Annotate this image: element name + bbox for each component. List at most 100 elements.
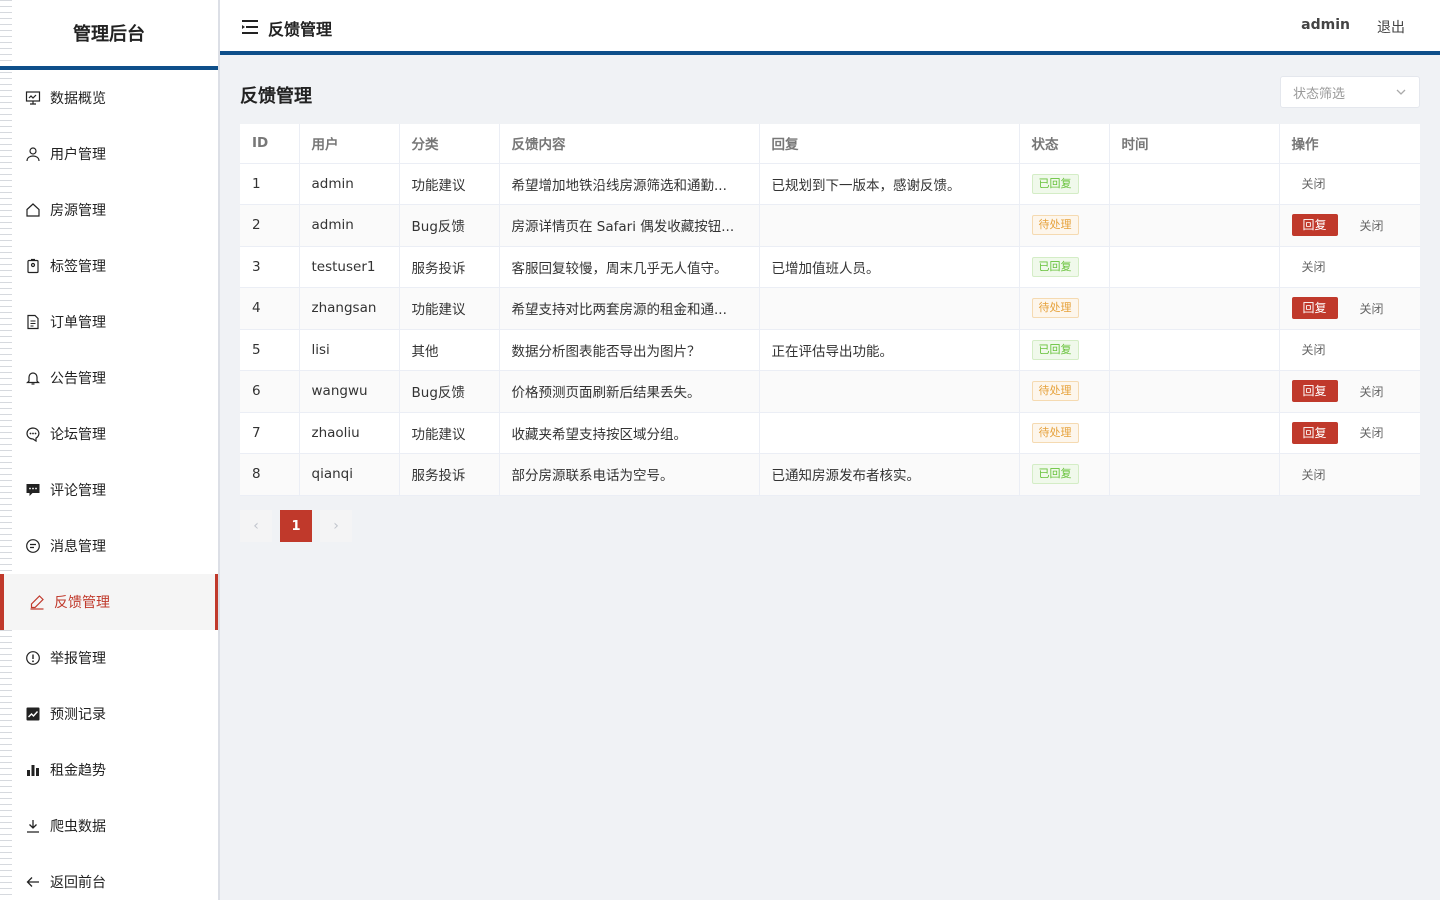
status-filter-placeholder: 状态筛选 (1293, 86, 1346, 102)
cell-user: lisi (299, 329, 400, 371)
presentation-icon (24, 89, 42, 107)
sidebar-item-15[interactable]: 返回前台 (0, 854, 218, 900)
sidebar-item-label: 数据概览 (50, 91, 106, 107)
cell-category: 服务投诉 (399, 453, 500, 496)
cell-user: qianqi (299, 453, 400, 496)
sidebar-item-label: 返回前台 (50, 875, 106, 891)
brand-title: 管理后台 (0, 0, 218, 70)
cell-status: 已回复 (1019, 246, 1110, 288)
table-row: 3 testuser1 服务投诉 客服回复较慢，周末几乎无人值守。 已增加值班人员。 已回… (240, 246, 1420, 288)
sidebar-item-label: 租金趋势 (50, 763, 106, 779)
sidebar-item-label: 评论管理 (50, 483, 106, 499)
sidebar-item-6[interactable]: 公告管理 (0, 350, 218, 406)
close-button[interactable]: 关闭 (1302, 175, 1326, 192)
cell-content: 价格预测页面刷新后结果丢失。 (499, 370, 760, 413)
cell-time (1109, 246, 1280, 288)
status-filter-select[interactable]: 状态筛选 (1280, 76, 1420, 108)
cell-user: zhaoliu (299, 412, 400, 454)
column-header: 操作 (1279, 124, 1420, 164)
page-1-button[interactable]: 1 (280, 510, 312, 542)
close-button[interactable]: 关闭 (1302, 466, 1326, 483)
reply-button[interactable]: 回复 (1291, 214, 1338, 237)
cell-user: admin (299, 163, 400, 205)
top-header: 反馈管理 admin 退出 (220, 0, 1440, 55)
column-header: 状态 (1019, 124, 1110, 164)
cell-reply (759, 287, 1020, 330)
close-button[interactable]: 关闭 (1360, 383, 1384, 400)
reply-button[interactable]: 回复 (1291, 380, 1338, 403)
cell-user: admin (299, 204, 400, 247)
bar-chart-icon (24, 761, 42, 779)
prev-page-button[interactable]: ‹ (240, 510, 272, 542)
close-button[interactable]: 关闭 (1302, 341, 1326, 358)
current-user[interactable]: admin (1301, 17, 1350, 33)
document-icon (24, 313, 42, 331)
sidebar-item-3[interactable]: 房源管理 (0, 182, 218, 238)
cell-status: 已回复 (1019, 329, 1110, 371)
sidebar-item-12[interactable]: 预测记录 (0, 686, 218, 742)
cell-user: zhangsan (299, 287, 400, 330)
sidebar-item-5[interactable]: 订单管理 (0, 294, 218, 350)
cell-reply: 正在评估导出功能。 (759, 329, 1020, 371)
cell-category: 其他 (399, 329, 500, 371)
table-row: 7 zhaoliu 功能建议 收藏夹希望支持按区域分组。 待处理 回复 关闭 (240, 412, 1420, 454)
status-badge: 已回复 (1031, 256, 1079, 277)
cell-actions: 关闭 (1279, 329, 1420, 371)
sidebar-item-14[interactable]: 爬虫数据 (0, 798, 218, 854)
sidebar-item-2[interactable]: 用户管理 (0, 126, 218, 182)
pagination: ‹ 1 › (240, 510, 352, 542)
menu-toggle-icon[interactable] (240, 17, 260, 37)
close-button[interactable]: 关闭 (1302, 258, 1326, 275)
cell-status: 已回复 (1019, 163, 1110, 205)
cell-content: 房源详情页在 Safari 偶发收藏按钮... (499, 204, 760, 247)
status-badge: 待处理 (1031, 422, 1079, 443)
close-button[interactable]: 关闭 (1360, 424, 1384, 441)
status-badge: 待处理 (1031, 298, 1079, 319)
sidebar-item-9[interactable]: 消息管理 (0, 518, 218, 574)
cell-category: Bug反馈 (399, 370, 500, 413)
sidebar-item-label: 反馈管理 (54, 595, 110, 611)
sidebar-item-13[interactable]: 租金趋势 (0, 742, 218, 798)
cell-actions: 关闭 (1279, 246, 1420, 288)
sidebar-item-label: 订单管理 (50, 315, 106, 331)
logout-button[interactable]: 退出 (1377, 17, 1405, 37)
download-icon (24, 817, 42, 835)
header-title: 反馈管理 (268, 20, 333, 39)
cell-user: testuser1 (299, 246, 400, 288)
home-icon (24, 201, 42, 219)
cell-id: 2 (240, 204, 300, 247)
close-button[interactable]: 关闭 (1360, 217, 1384, 234)
cell-id: 3 (240, 246, 300, 288)
sidebar-item-7[interactable]: 论坛管理 (0, 406, 218, 462)
cell-content: 希望支持对比两套房源的租金和通... (499, 287, 760, 330)
cell-time (1109, 163, 1280, 205)
cell-category: 功能建议 (399, 287, 500, 330)
sidebar-item-10[interactable]: 反馈管理 (0, 574, 218, 630)
close-button[interactable]: 关闭 (1360, 300, 1384, 317)
next-page-button[interactable]: › (320, 510, 352, 542)
sidebar-item-1[interactable]: 数据概览 (0, 70, 218, 126)
sidebar: 管理后台 数据概览用户管理 房源管理 标签管理订单管理公告管理 论坛管理评论管理消息管… (0, 0, 220, 900)
cell-time (1109, 412, 1280, 454)
cell-id: 8 (240, 453, 300, 496)
page-title: 反馈管理 (240, 86, 312, 107)
sidebar-item-label: 消息管理 (50, 539, 106, 555)
line-chart-icon (24, 705, 42, 723)
column-header: 分类 (399, 124, 500, 164)
cell-status: 待处理 (1019, 204, 1110, 247)
cell-status: 已回复 (1019, 453, 1110, 496)
sidebar-item-8[interactable]: 评论管理 (0, 462, 218, 518)
cell-actions: 回复 关闭 (1279, 370, 1420, 413)
table-row: 5 lisi 其他 数据分析图表能否导出为图片？ 正在评估导出功能。 已回复 关闭 (240, 329, 1420, 371)
table-row: 6 wangwu Bug反馈 价格预测页面刷新后结果丢失。 待处理 回复 关闭 (240, 370, 1420, 413)
cell-id: 1 (240, 163, 300, 205)
cell-actions: 回复 关闭 (1279, 204, 1420, 247)
column-header: 回复 (759, 124, 1020, 164)
reply-button[interactable]: 回复 (1291, 297, 1338, 320)
status-badge: 已回复 (1031, 464, 1079, 485)
sidebar-item-11[interactable]: 举报管理 (0, 630, 218, 686)
sidebar-item-4[interactable]: 标签管理 (0, 238, 218, 294)
cell-category: 功能建议 (399, 412, 500, 454)
cell-content: 客服回复较慢，周末几乎无人值守。 (499, 246, 760, 288)
reply-button[interactable]: 回复 (1291, 421, 1338, 444)
